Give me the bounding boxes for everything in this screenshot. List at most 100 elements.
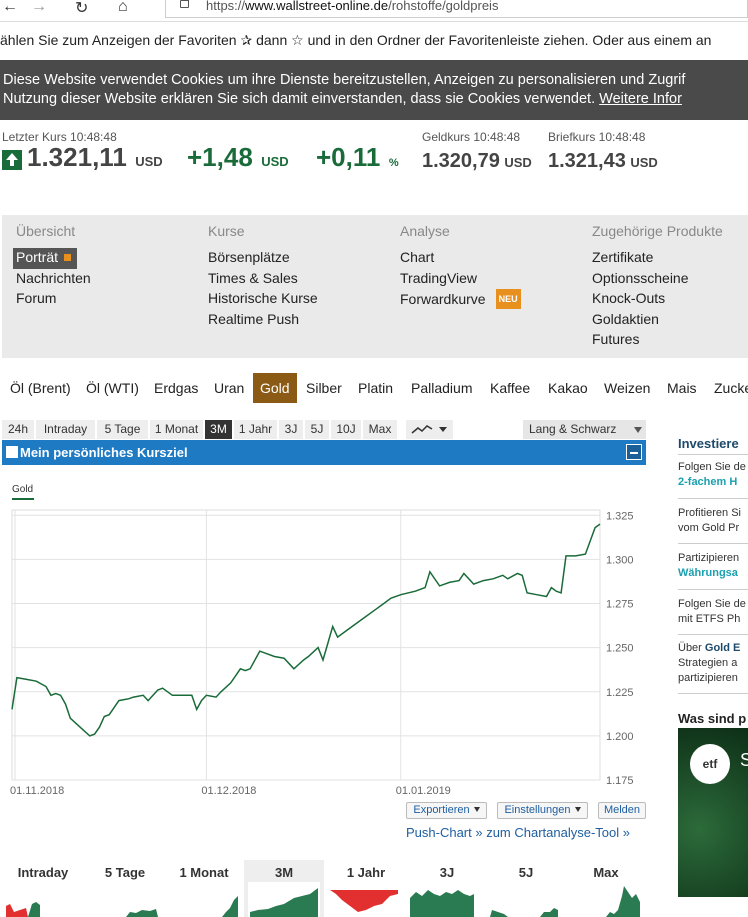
sidebar-promo-1[interactable]: Folgen Sie de 2-fachem H: [678, 460, 746, 490]
tab-brent[interactable]: Öl (Brent): [3, 373, 78, 403]
tab-uranium[interactable]: Uran: [207, 373, 251, 403]
tab-coffee[interactable]: Kaffee: [483, 373, 537, 403]
nav-item-certificates[interactable]: Zertifikate: [592, 248, 723, 269]
nav-item-futures[interactable]: Futures: [592, 330, 723, 351]
range-max[interactable]: Max: [363, 420, 397, 439]
chart-legend-gold: Gold: [12, 484, 34, 495]
mini-chart-1-year[interactable]: 1 Jahr: [326, 860, 406, 917]
nav-column-products: Zugehörige Produkte Zertifikate Optionss…: [592, 223, 723, 351]
divider: [678, 634, 748, 635]
checkbox[interactable]: [6, 446, 18, 458]
tab-platinum[interactable]: Platin: [351, 373, 400, 403]
tab-gold[interactable]: Gold: [253, 373, 297, 403]
nav-item-gold-stocks[interactable]: Goldaktien: [592, 310, 723, 331]
settings-button[interactable]: Einstellungen: [497, 802, 588, 819]
new-badge: NEU: [495, 289, 521, 309]
bid-price: 1.320,79 USD: [422, 150, 532, 173]
tab-sugar[interactable]: Zucke: [707, 373, 748, 403]
price-target-panel[interactable]: Mein persönliches Kursziel: [2, 440, 646, 465]
range-3m[interactable]: 3M: [205, 420, 232, 439]
chart-series-gold: [11, 523, 601, 737]
sidebar-promo-2[interactable]: Profitieren Si vom Gold Pr: [678, 506, 741, 536]
nav-column-overview: Übersicht Porträt Nachrichten Forum: [13, 223, 91, 310]
mini-chart-graphic: [248, 882, 320, 917]
report-button[interactable]: Melden: [598, 802, 646, 819]
line-chart-icon: [411, 425, 447, 434]
tab-corn[interactable]: Mais: [660, 373, 704, 403]
nav-item-forum[interactable]: Forum: [16, 289, 91, 310]
nav-item-chart[interactable]: Chart: [400, 248, 521, 269]
nav-item-realtime-push[interactable]: Realtime Push: [208, 310, 318, 331]
sidebar-video[interactable]: etf S: [678, 728, 748, 897]
nav-item-knock-outs[interactable]: Knock-Outs: [592, 289, 723, 310]
y-tick-label: 1.225: [606, 687, 634, 699]
mini-chart-label: 3M: [274, 865, 294, 880]
back-arrow-icon[interactable]: ←: [2, 0, 18, 16]
chevron-down-icon: [574, 807, 581, 812]
mini-chart-1-month[interactable]: 1 Monat: [166, 860, 242, 917]
change-percent: +0,11 %: [316, 142, 399, 173]
section-navigation: Übersicht Porträt Nachrichten Forum Kurs…: [2, 215, 748, 358]
nav-item-exchanges[interactable]: Börsenplätze: [208, 248, 318, 269]
minimize-icon[interactable]: [626, 444, 642, 460]
sidebar-promo-3[interactable]: Partizipieren Währungsa: [678, 551, 739, 581]
nav-item-portrait[interactable]: Porträt: [13, 248, 78, 269]
tab-natural-gas[interactable]: Erdgas: [147, 373, 205, 403]
range-1-year[interactable]: 1 Jahr: [234, 420, 277, 439]
sidebar-promo-5[interactable]: Über Gold E Strategien a partizipieren: [678, 641, 740, 686]
mini-chart-3m[interactable]: 3M: [244, 860, 324, 917]
tab-wti[interactable]: Öl (WTI): [79, 373, 146, 403]
ask-label: Briefkurs 10:48:48: [548, 130, 646, 144]
range-5y[interactable]: 5J: [305, 420, 329, 439]
range-24h[interactable]: 24h: [2, 420, 34, 439]
exchange-label: Lang & Schwarz: [529, 422, 617, 436]
promo-text: mit ETFS Ph: [678, 613, 741, 625]
push-chart-links[interactable]: Push-Chart » zum Chartanalyse-Tool »: [406, 825, 630, 840]
url-domain: www.wallstreet-online.de: [245, 0, 389, 13]
mini-chart-5-days[interactable]: 5 Tage: [86, 860, 164, 917]
range-3y[interactable]: 3J: [279, 420, 303, 439]
mini-chart-max[interactable]: Max: [566, 860, 646, 917]
nav-item-times-sales[interactable]: Times & Sales: [208, 269, 318, 290]
tab-cocoa[interactable]: Kakao: [541, 373, 595, 403]
cookie-more-link[interactable]: Weitere Infor: [599, 91, 682, 107]
nav-item-forward-curve[interactable]: Forwardkurve NEU: [400, 289, 521, 310]
range-10y[interactable]: 10J: [331, 420, 361, 439]
promo-highlight: Währungsa: [678, 567, 738, 579]
sidebar-promo-4[interactable]: Folgen Sie de mit ETFS Ph: [678, 597, 746, 627]
promo-highlight: Gold E: [704, 642, 741, 654]
page: { "browser": { "url_prefix": "https://",…: [0, 0, 748, 917]
divider: [678, 498, 748, 499]
range-5-days[interactable]: 5 Tage: [97, 420, 148, 439]
nav-item-warrants[interactable]: Optionsscheine: [592, 269, 723, 290]
tab-wheat[interactable]: Weizen: [597, 373, 657, 403]
home-icon[interactable]: ⌂: [118, 0, 128, 16]
promo-text: Über: [678, 642, 702, 654]
x-tick-label: 01.12.2018: [201, 785, 256, 797]
mini-chart-intraday[interactable]: Intraday: [2, 860, 84, 917]
bid-value: 1.320,79: [422, 150, 500, 172]
mini-chart-5y[interactable]: 5J: [488, 860, 564, 917]
mini-chart-graphic: [126, 909, 158, 917]
price-chart[interactable]: 1.325 1.300 1.275 1.250 1.225 1.200 1.175 01.1…: [0, 500, 646, 800]
mini-chart-3y[interactable]: 3J: [408, 860, 486, 917]
forward-arrow-icon[interactable]: →: [31, 0, 47, 16]
range-1-month[interactable]: 1 Monat: [150, 420, 203, 439]
range-intraday[interactable]: Intraday: [36, 420, 95, 439]
exchange-dropdown[interactable]: Lang & Schwarz: [523, 420, 646, 439]
nav-item-historical[interactable]: Historische Kurse: [208, 289, 318, 310]
tab-palladium[interactable]: Palladium: [404, 373, 479, 403]
chart-frame: [11, 509, 601, 781]
nav-item-news[interactable]: Nachrichten: [16, 269, 91, 290]
reload-icon[interactable]: ↻: [75, 0, 88, 18]
nav-item-tradingview[interactable]: TradingView: [400, 269, 521, 290]
export-label: Exportieren: [413, 804, 470, 816]
chart-type-dropdown[interactable]: [406, 420, 453, 439]
etf-logo-icon: etf: [690, 744, 730, 784]
mini-chart-label: Max: [593, 865, 619, 880]
export-button[interactable]: Exportieren: [406, 802, 487, 819]
y-tick-label: 1.325: [606, 510, 634, 522]
tab-silver[interactable]: Silber: [299, 373, 349, 403]
x-tick-label: 01.01.2019: [396, 785, 451, 797]
address-bar[interactable]: https://www.wallstreet-online.de/rohstof…: [165, 0, 748, 18]
